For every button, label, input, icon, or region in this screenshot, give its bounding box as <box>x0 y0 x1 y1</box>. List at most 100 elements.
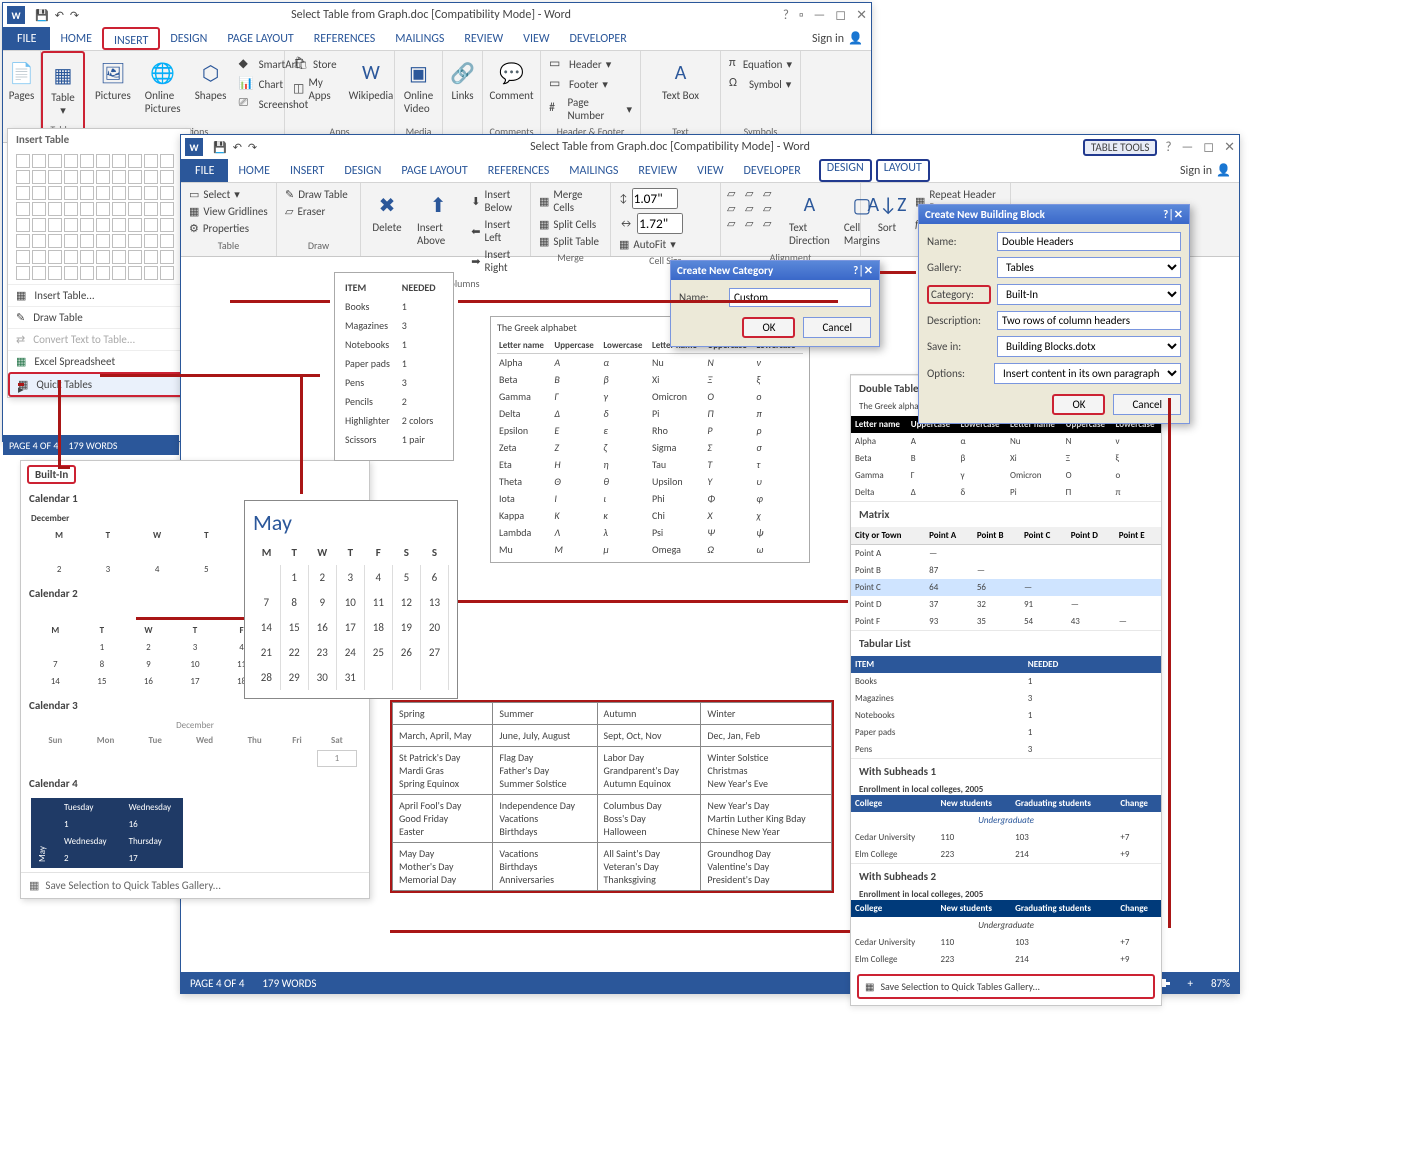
comment-button[interactable]: 💬Comment <box>489 55 534 104</box>
insert-above-button[interactable]: ⬆Insert Above <box>413 187 463 249</box>
split-table-button[interactable]: ▦ Split Table <box>537 234 604 249</box>
links-button[interactable]: 🔗Links <box>449 55 476 104</box>
tab-view[interactable]: VIEW <box>687 159 733 182</box>
maximize-icon[interactable]: ◻ <box>835 8 846 23</box>
minimize-icon[interactable]: — <box>1182 140 1194 155</box>
tab-developer[interactable]: DEVELOPER <box>734 159 811 182</box>
col-width-input[interactable]: ↔ <box>617 212 714 235</box>
ok-button[interactable]: OK <box>742 317 795 338</box>
page-indicator[interactable]: PAGE 4 OF 4 <box>190 977 244 990</box>
cancel-button[interactable]: Cancel <box>803 317 871 338</box>
header-button[interactable]: ▭Header ▾ <box>547 55 634 73</box>
with-subheads-1-label[interactable]: With Subheads 1 <box>851 758 1161 784</box>
savein-select[interactable]: Building Blocks.dotx <box>997 336 1181 357</box>
maximize-icon[interactable]: ◻ <box>1203 140 1214 155</box>
merge-cells-button[interactable]: ▦ Merge Cells <box>537 187 604 215</box>
symbol-button[interactable]: ΩSymbol ▾ <box>727 75 794 93</box>
pages-button[interactable]: 📄Pages <box>9 55 34 104</box>
save-to-gallery-item[interactable]: ▦Save Selection to Quick Tables Gallery.… <box>21 872 369 898</box>
help-icon[interactable]: ? <box>1165 140 1171 155</box>
category-select[interactable]: Built-In <box>997 284 1181 305</box>
draw-table-item[interactable]: ✎Draw Table <box>8 306 190 328</box>
tab-review[interactable]: REVIEW <box>628 159 687 182</box>
tab-view[interactable]: VIEW <box>513 27 559 50</box>
select-button[interactable]: ▭ Select ▾ <box>187 187 270 202</box>
eraser-button[interactable]: ▱ Eraser <box>283 204 354 219</box>
minimize-icon[interactable]: — <box>814 8 826 23</box>
tab-file[interactable]: FILE <box>181 159 228 182</box>
pictures-button[interactable]: 🖼Pictures <box>91 55 135 104</box>
tab-references[interactable]: REFERENCES <box>478 159 560 182</box>
tabular-list-label[interactable]: Tabular List <box>851 630 1161 656</box>
options-select[interactable]: Insert content in its own paragraph <box>994 363 1181 384</box>
page-indicator[interactable]: PAGE 4 OF 4 <box>9 439 58 452</box>
tab-pagelayout[interactable]: PAGE LAYOUT <box>391 159 477 182</box>
shapes-button[interactable]: ⬡Shapes <box>191 55 231 104</box>
save-icon[interactable]: 💾 <box>213 141 227 154</box>
online-pictures-button[interactable]: 🌐Online Pictures <box>141 55 185 117</box>
text-box-button[interactable]: AText Box <box>647 55 714 104</box>
with-subheads-2-label[interactable]: With Subheads 2 <box>851 863 1161 889</box>
save-to-gallery-item-2[interactable]: ▦Save Selection to Quick Tables Gallery.… <box>857 974 1155 999</box>
signin-1[interactable]: Sign in 👤 <box>804 27 871 50</box>
category-name-input[interactable] <box>729 288 871 307</box>
insert-right-button[interactable]: ➡ Insert Right <box>469 247 524 275</box>
draw-table-button[interactable]: ✎ Draw Table <box>283 187 354 202</box>
tab-design[interactable]: DESIGN <box>334 159 391 182</box>
wikipedia-button[interactable]: WWikipedia <box>345 55 398 104</box>
tab-insert[interactable]: INSERT <box>280 159 334 182</box>
word-count[interactable]: 179 WORDS <box>68 439 117 452</box>
page-number-button[interactable]: #Page Number ▾ <box>547 95 634 123</box>
tab-file[interactable]: FILE <box>3 27 50 50</box>
zoom-level[interactable]: 87% <box>1211 977 1230 990</box>
redo-icon[interactable]: ↷ <box>70 9 79 22</box>
tab-review[interactable]: REVIEW <box>454 27 513 50</box>
online-video-button[interactable]: ▣Online Video <box>401 55 436 117</box>
excel-spreadsheet-item[interactable]: ▦Excel Spreadsheet <box>8 350 190 372</box>
tab-table-layout[interactable]: LAYOUT <box>876 159 930 182</box>
table-size-grid[interactable] <box>8 150 190 284</box>
tab-references[interactable]: REFERENCES <box>304 27 386 50</box>
description-input[interactable] <box>997 311 1181 330</box>
sort-button[interactable]: A↓ZSort <box>867 187 907 236</box>
myapps-button[interactable]: ◫My Apps <box>291 75 339 103</box>
row-height-input[interactable]: ↕ <box>617 187 714 210</box>
tab-home[interactable]: HOME <box>228 159 280 182</box>
matrix-label[interactable]: Matrix <box>851 501 1161 527</box>
properties-button[interactable]: ⚙ Properties <box>187 221 270 236</box>
save-icon[interactable]: 💾 <box>35 9 49 22</box>
tab-developer[interactable]: DEVELOPER <box>560 27 637 50</box>
help-icon[interactable]: ? <box>783 8 789 23</box>
text-direction-button[interactable]: AText Direction <box>785 187 834 249</box>
close-icon[interactable]: ✕ <box>856 8 867 23</box>
calendar3-preview[interactable]: December SunMonTueWedThuFriSat1 <box>21 716 369 773</box>
autofit-button[interactable]: ▦ AutoFit ▾ <box>617 237 714 252</box>
insert-left-button[interactable]: ⬅ Insert Left <box>469 217 524 245</box>
tab-insert[interactable]: INSERT <box>102 27 160 50</box>
tab-home[interactable]: HOME <box>50 27 102 50</box>
calendar4-preview[interactable]: MayTuesdayWednesday116WednesdayThursday2… <box>21 794 369 872</box>
zoom-in-button[interactable]: + <box>1188 977 1193 990</box>
ribbon-options-icon[interactable]: ▫ <box>799 8 804 23</box>
bb-name-input[interactable] <box>997 232 1181 251</box>
dialog-close-icon[interactable]: ?│✕ <box>1163 208 1183 221</box>
word-count[interactable]: 179 WORDS <box>262 977 316 990</box>
gallery-select[interactable]: Tables <box>997 257 1181 278</box>
tab-mailings[interactable]: MAILINGS <box>385 27 454 50</box>
insert-below-button[interactable]: ⬇ Insert Below <box>469 187 524 215</box>
undo-icon[interactable]: ↶ <box>55 9 64 22</box>
store-button[interactable]: 🛍Store <box>291 55 339 73</box>
view-gridlines-button[interactable]: ▦ View Gridlines <box>187 204 270 219</box>
close-icon[interactable]: ✕ <box>1224 140 1235 155</box>
tab-mailings[interactable]: MAILINGS <box>559 159 628 182</box>
table-button[interactable]: ▦Table▾ <box>49 57 77 119</box>
equation-button[interactable]: πEquation ▾ <box>727 55 794 73</box>
signin-2[interactable]: Sign in 👤 <box>1172 159 1239 182</box>
tab-table-design[interactable]: DESIGN <box>819 159 872 182</box>
calendar4-label[interactable]: Calendar 4 <box>21 773 369 794</box>
footer-button[interactable]: ▭Footer ▾ <box>547 75 634 93</box>
delete-button[interactable]: ✖Delete <box>367 187 407 236</box>
tab-pagelayout[interactable]: PAGE LAYOUT <box>217 27 303 50</box>
redo-icon[interactable]: ↷ <box>248 141 257 154</box>
ok-button[interactable]: OK <box>1052 394 1105 415</box>
